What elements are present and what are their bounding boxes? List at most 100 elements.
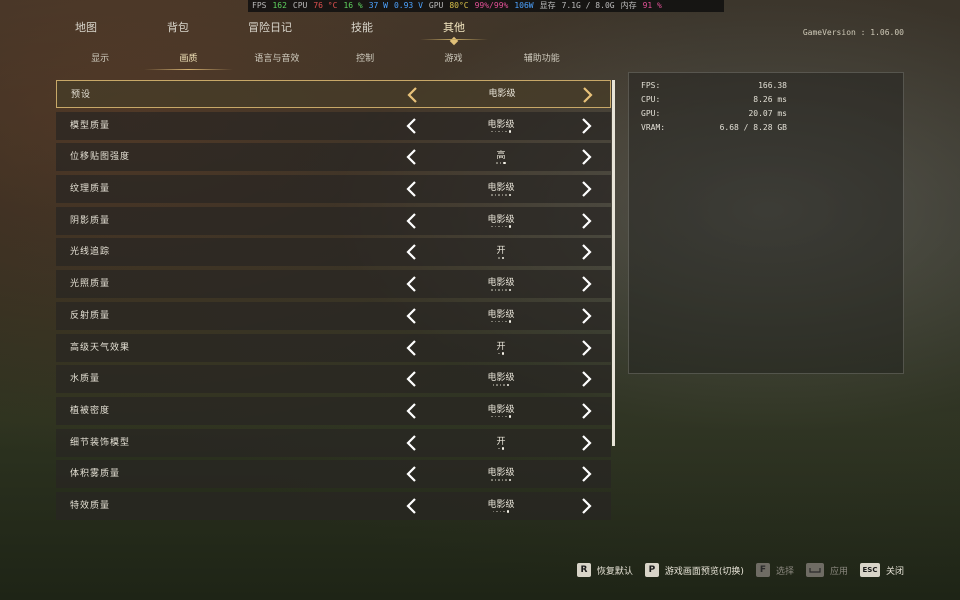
subtab-game[interactable]: 游戏 — [409, 50, 497, 70]
graphics-settings-list: 预设 电影级 模型质量 电影级 位移贴图强度高纹理质量 电影级 阴影质量 电影级 光线追踪开光照… — [56, 80, 611, 524]
stat-vram: VRAM: 6.68 / 8.28 GB — [641, 121, 787, 135]
subtab-display[interactable]: 显示 — [56, 50, 144, 70]
chevron-right-icon[interactable] — [578, 243, 596, 261]
subtab-audio-language[interactable]: 语言与音效 — [233, 50, 321, 70]
setting-row[interactable]: 位移贴图强度 高 — [56, 143, 611, 172]
chevron-left-icon[interactable] — [402, 243, 420, 261]
chevron-left-icon[interactable] — [402, 497, 420, 515]
close-button[interactable]: ESC 关闭 — [859, 563, 904, 577]
chevron-left-icon[interactable] — [402, 212, 420, 230]
r-key-icon: R — [576, 563, 591, 577]
setting-value: 电影级 — [487, 183, 515, 194]
chevron-right-icon[interactable] — [578, 465, 596, 483]
level-dot — [506, 383, 510, 387]
level-dot — [498, 257, 500, 259]
level-dot — [498, 194, 500, 196]
setting-label: 阴影质量 — [70, 215, 111, 226]
level-indicator — [456, 161, 546, 165]
setting-row[interactable]: 水质量 电影级 — [56, 365, 611, 394]
level-indicator — [456, 415, 546, 418]
chevron-left-icon[interactable] — [402, 370, 420, 388]
subtab-accessibility[interactable]: 辅助功能 — [498, 50, 586, 70]
chevron-right-icon[interactable] — [578, 148, 596, 166]
chevron-left-icon[interactable] — [402, 148, 420, 166]
reset-defaults-button[interactable]: R 恢复默认 — [576, 563, 633, 577]
p-key-icon: P — [644, 563, 659, 577]
tab-inventory[interactable]: 背包 — [132, 18, 224, 42]
setting-label: 植被密度 — [70, 405, 111, 416]
tab-journal[interactable]: 冒险日记 — [224, 18, 316, 42]
tab-skills[interactable]: 技能 — [316, 18, 408, 42]
level-dot — [494, 320, 496, 323]
setting-row[interactable]: 预设 电影级 — [56, 80, 611, 108]
level-dot — [503, 161, 506, 165]
tab-other[interactable]: 其他 — [408, 18, 500, 46]
setting-row[interactable]: 体积雾质量 电影级 — [56, 460, 611, 489]
setting-label: 特效质量 — [70, 500, 111, 511]
setting-row[interactable]: 特效质量 电影级 — [56, 491, 611, 520]
setting-row[interactable]: 细节装饰模型 开 — [56, 428, 611, 457]
level-dot — [505, 289, 507, 291]
level-indicator — [456, 256, 546, 260]
chevron-right-icon[interactable] — [578, 275, 596, 293]
setting-row[interactable]: 高级天气效果 开 — [56, 333, 611, 362]
level-dot — [492, 384, 495, 386]
level-dot — [496, 162, 498, 164]
setting-row[interactable]: 植被密度 电影级 — [56, 396, 611, 425]
subtab-graphics[interactable]: 画质 — [144, 50, 233, 70]
tab-map[interactable]: 地图 — [40, 18, 132, 42]
setting-row[interactable]: 模型质量 电影级 — [56, 111, 611, 140]
chevron-left-icon[interactable] — [402, 307, 420, 325]
chevron-left-icon[interactable] — [402, 117, 420, 135]
level-indicator — [456, 193, 546, 197]
stat-value: 6.68 / 8.28 GB — [719, 123, 787, 132]
hud-gpu-label: GPU — [428, 1, 444, 10]
chevron-left-icon[interactable] — [402, 402, 420, 420]
level-dot — [494, 130, 496, 133]
chevron-right-icon[interactable] — [579, 86, 597, 104]
setting-label: 光照质量 — [70, 279, 111, 290]
chevron-left-icon[interactable] — [403, 86, 421, 104]
hud-gpu-temp: 80°C — [449, 1, 469, 10]
setting-value: 电影级 — [487, 119, 515, 130]
setting-row[interactable]: 阴影质量 电影级 — [56, 206, 611, 235]
chevron-left-icon[interactable] — [402, 434, 420, 452]
level-dot — [508, 415, 511, 418]
level-indicator — [456, 225, 546, 228]
hud-cpu-volt: 0.93 V — [393, 1, 423, 10]
preview-toggle-button[interactable]: P 游戏画面预览(切换) — [644, 563, 744, 577]
setting-row[interactable]: 反射质量 电影级 — [56, 301, 611, 330]
apply-button[interactable]: 应用 — [805, 563, 848, 577]
scrollbar-thumb[interactable] — [612, 80, 615, 446]
chevron-right-icon[interactable] — [578, 497, 596, 515]
chevron-right-icon[interactable] — [578, 434, 596, 452]
setting-row[interactable]: 纹理质量 电影级 — [56, 175, 611, 204]
chevron-right-icon[interactable] — [578, 180, 596, 198]
hud-gpu-power: 106W — [514, 1, 534, 10]
chevron-right-icon[interactable] — [578, 117, 596, 135]
level-dot — [501, 320, 503, 323]
select-button[interactable]: F 选择 — [755, 563, 794, 577]
setting-label: 细节装饰模型 — [70, 437, 131, 448]
chevron-left-icon[interactable] — [402, 275, 420, 293]
setting-row[interactable]: 光照质量 电影级 — [56, 270, 611, 299]
chevron-right-icon[interactable] — [578, 370, 596, 388]
chevron-right-icon[interactable] — [578, 339, 596, 357]
chevron-right-icon[interactable] — [578, 212, 596, 230]
chevron-left-icon[interactable] — [402, 465, 420, 483]
setting-value: 开 — [496, 436, 506, 447]
level-dot — [508, 320, 511, 323]
subtab-controls[interactable]: 控制 — [321, 50, 409, 70]
select-label: 选择 — [775, 566, 794, 577]
level-dot — [494, 289, 496, 291]
chevron-right-icon[interactable] — [578, 307, 596, 325]
hud-fps-label: FPS — [252, 1, 267, 10]
setting-row[interactable]: 光线追踪 开 — [56, 238, 611, 267]
chevron-left-icon[interactable] — [402, 339, 420, 357]
performance-overlay: FPS 162 CPU 76 °C 16 % 37 W 0.93 V GPU 8… — [248, 0, 724, 12]
chevron-right-icon[interactable] — [578, 402, 596, 420]
stat-label: CPU: — [641, 95, 661, 104]
spacebar-key-icon — [805, 563, 824, 577]
chevron-left-icon[interactable] — [402, 180, 420, 198]
setting-label: 光线追踪 — [70, 247, 111, 258]
